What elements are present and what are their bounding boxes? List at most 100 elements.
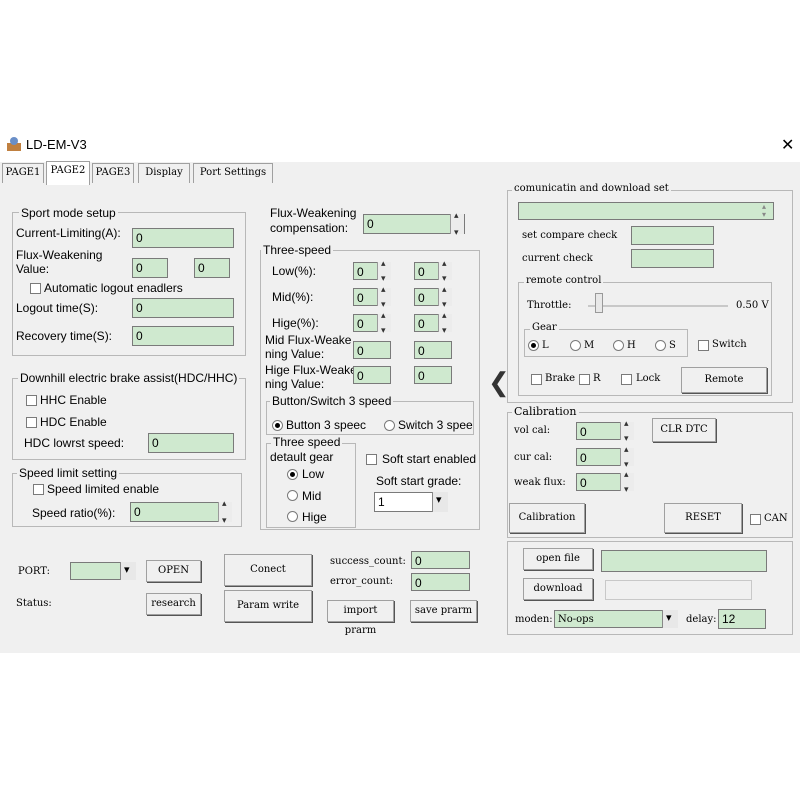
tab-page3[interactable]: PAGE3 — [92, 163, 134, 183]
connect-button[interactable]: Conect — [224, 554, 312, 586]
hdc-enable-checkbox[interactable] — [26, 417, 37, 428]
mid-pct-label: Mid(%): — [272, 290, 314, 304]
download-progress — [605, 580, 752, 600]
flux-comp-spinner[interactable] — [450, 210, 464, 238]
speed-ratio-label: Speed ratio(%): — [32, 506, 116, 520]
mid-flux-field-2[interactable]: 0 — [414, 341, 452, 359]
research-button[interactable]: research — [146, 593, 201, 615]
low-pct-spinner-1[interactable] — [377, 258, 391, 284]
switch-checkbox[interactable] — [698, 340, 709, 351]
hhc-enable-checkbox[interactable] — [26, 395, 37, 406]
tab-page1[interactable]: PAGE1 — [2, 163, 44, 183]
current-limiting-field[interactable]: 0 — [132, 228, 234, 248]
port-dropdown[interactable] — [120, 562, 136, 580]
open-button[interactable]: OPEN — [146, 560, 201, 582]
hige-pct-spinner-2[interactable] — [438, 310, 452, 336]
remote-control-legend: remote control — [524, 275, 604, 286]
gear-hige-radio[interactable] — [287, 511, 298, 522]
downhill-legend: Downhill electric brake assist(HDC/HHC) — [18, 371, 240, 385]
gear-h-label: H — [627, 340, 636, 351]
window-title: LD-EM-V3 — [26, 137, 87, 152]
error-count-label: error_count: — [330, 576, 394, 587]
soft-start-grade-dropdown[interactable] — [432, 492, 448, 512]
lock-checkbox[interactable] — [621, 374, 632, 385]
reset-button[interactable]: RESET — [664, 503, 742, 533]
flux-weakening-field-2[interactable]: 0 — [194, 258, 230, 278]
set-compare-label: set compare check — [522, 230, 618, 241]
flux-weakening-field-1[interactable]: 0 — [132, 258, 168, 278]
tab-page2[interactable]: PAGE2 — [46, 161, 90, 185]
moden-select[interactable]: No-ops — [554, 610, 678, 628]
r-checkbox[interactable] — [579, 374, 590, 385]
tab-display[interactable]: Display — [138, 163, 190, 183]
speed-ratio-field[interactable]: 0 — [130, 502, 232, 522]
open-file-path-field[interactable] — [601, 550, 767, 572]
gear-s-label: S — [669, 340, 676, 351]
close-icon[interactable]: ✕ — [781, 135, 794, 155]
open-file-button[interactable]: open file — [523, 548, 593, 570]
gear-hige-label: Hige — [302, 510, 327, 524]
app-icon — [6, 136, 22, 152]
flux-comp-label-1: Flux-Weakening — [270, 206, 357, 220]
gear-m-label: M — [584, 340, 595, 351]
hige-flux-field-1[interactable]: 0 — [353, 366, 391, 384]
calibration-button[interactable]: Calibration — [509, 503, 585, 533]
mid-pct-spinner-1[interactable] — [377, 284, 391, 310]
hdc-enable-label: HDC Enable — [40, 415, 107, 429]
can-checkbox[interactable] — [750, 514, 761, 525]
recovery-time-field[interactable]: 0 — [132, 326, 234, 346]
flux-weakening-label: Flux-Weakening — [16, 248, 103, 262]
remote-button[interactable]: Remote — [681, 367, 767, 393]
gear-low-radio[interactable] — [287, 469, 298, 480]
hige-flux-label-1: Hige Flux-Weake — [265, 363, 357, 377]
hdc-speed-label: HDC lowrst speed: — [24, 436, 125, 450]
comm-port-scroll-icon[interactable]: ▴ ▾ — [762, 203, 766, 219]
mid-pct-spinner-2[interactable] — [438, 284, 452, 310]
param-write-button[interactable]: Param write — [224, 590, 312, 622]
soft-start-label: Soft start enabled — [382, 452, 477, 466]
moden-dropdown[interactable] — [662, 610, 678, 628]
gear-mid-radio[interactable] — [287, 490, 298, 501]
comm-legend: comunicatin and download set — [512, 183, 671, 194]
hdc-speed-field[interactable]: 0 — [148, 433, 234, 453]
weak-flux-label: weak flux: — [514, 477, 566, 488]
gear-m-radio[interactable] — [570, 340, 581, 351]
throttle-slider-thumb[interactable] — [595, 293, 603, 313]
brake-checkbox[interactable] — [531, 374, 542, 385]
can-label: CAN — [764, 513, 788, 524]
switch-3-speed-radio[interactable] — [384, 420, 395, 431]
tab-port-settings[interactable]: Port Settings — [193, 163, 273, 183]
download-button[interactable]: download — [523, 578, 593, 600]
auto-logout-checkbox[interactable] — [30, 283, 41, 294]
hhc-enable-label: HHC Enable — [40, 393, 107, 407]
collapse-panel-icon[interactable]: ❮ — [488, 367, 510, 398]
delay-label: delay: — [686, 614, 717, 625]
hige-flux-field-2[interactable]: 0 — [414, 366, 452, 384]
save-param-button[interactable]: save prarm — [410, 600, 477, 622]
three-speed-legend: Three-speed — [261, 243, 334, 257]
cur-cal-spinner[interactable] — [620, 444, 634, 470]
soft-start-checkbox[interactable] — [366, 454, 377, 465]
vol-cal-spinner[interactable] — [620, 418, 634, 444]
speed-ratio-spinner[interactable] — [218, 498, 232, 526]
status-label: Status: — [16, 598, 52, 609]
vol-cal-label: vol cal: — [514, 425, 551, 436]
port-label: PORT: — [18, 566, 50, 577]
hige-pct-spinner-1[interactable] — [377, 310, 391, 336]
logout-time-field[interactable]: 0 — [132, 298, 234, 318]
gear-s-radio[interactable] — [655, 340, 666, 351]
speed-limited-checkbox[interactable] — [33, 484, 44, 495]
comm-port-field[interactable] — [518, 202, 774, 220]
lock-label: Lock — [636, 373, 661, 384]
button-switch-legend: Button/Switch 3 speed — [270, 394, 394, 408]
import-param-button[interactable]: import prarm — [327, 600, 394, 636]
switch-3-speed-label: Switch 3 spee — [398, 418, 473, 432]
delay-field[interactable]: 12 — [718, 609, 766, 629]
button-3-speed-radio[interactable] — [272, 420, 283, 431]
low-pct-spinner-2[interactable] — [438, 258, 452, 284]
gear-h-radio[interactable] — [613, 340, 624, 351]
weak-flux-spinner[interactable] — [620, 469, 634, 495]
mid-flux-field-1[interactable]: 0 — [353, 341, 391, 359]
gear-l-radio[interactable] — [528, 340, 539, 351]
clr-dtc-button[interactable]: CLR DTC — [652, 418, 716, 442]
